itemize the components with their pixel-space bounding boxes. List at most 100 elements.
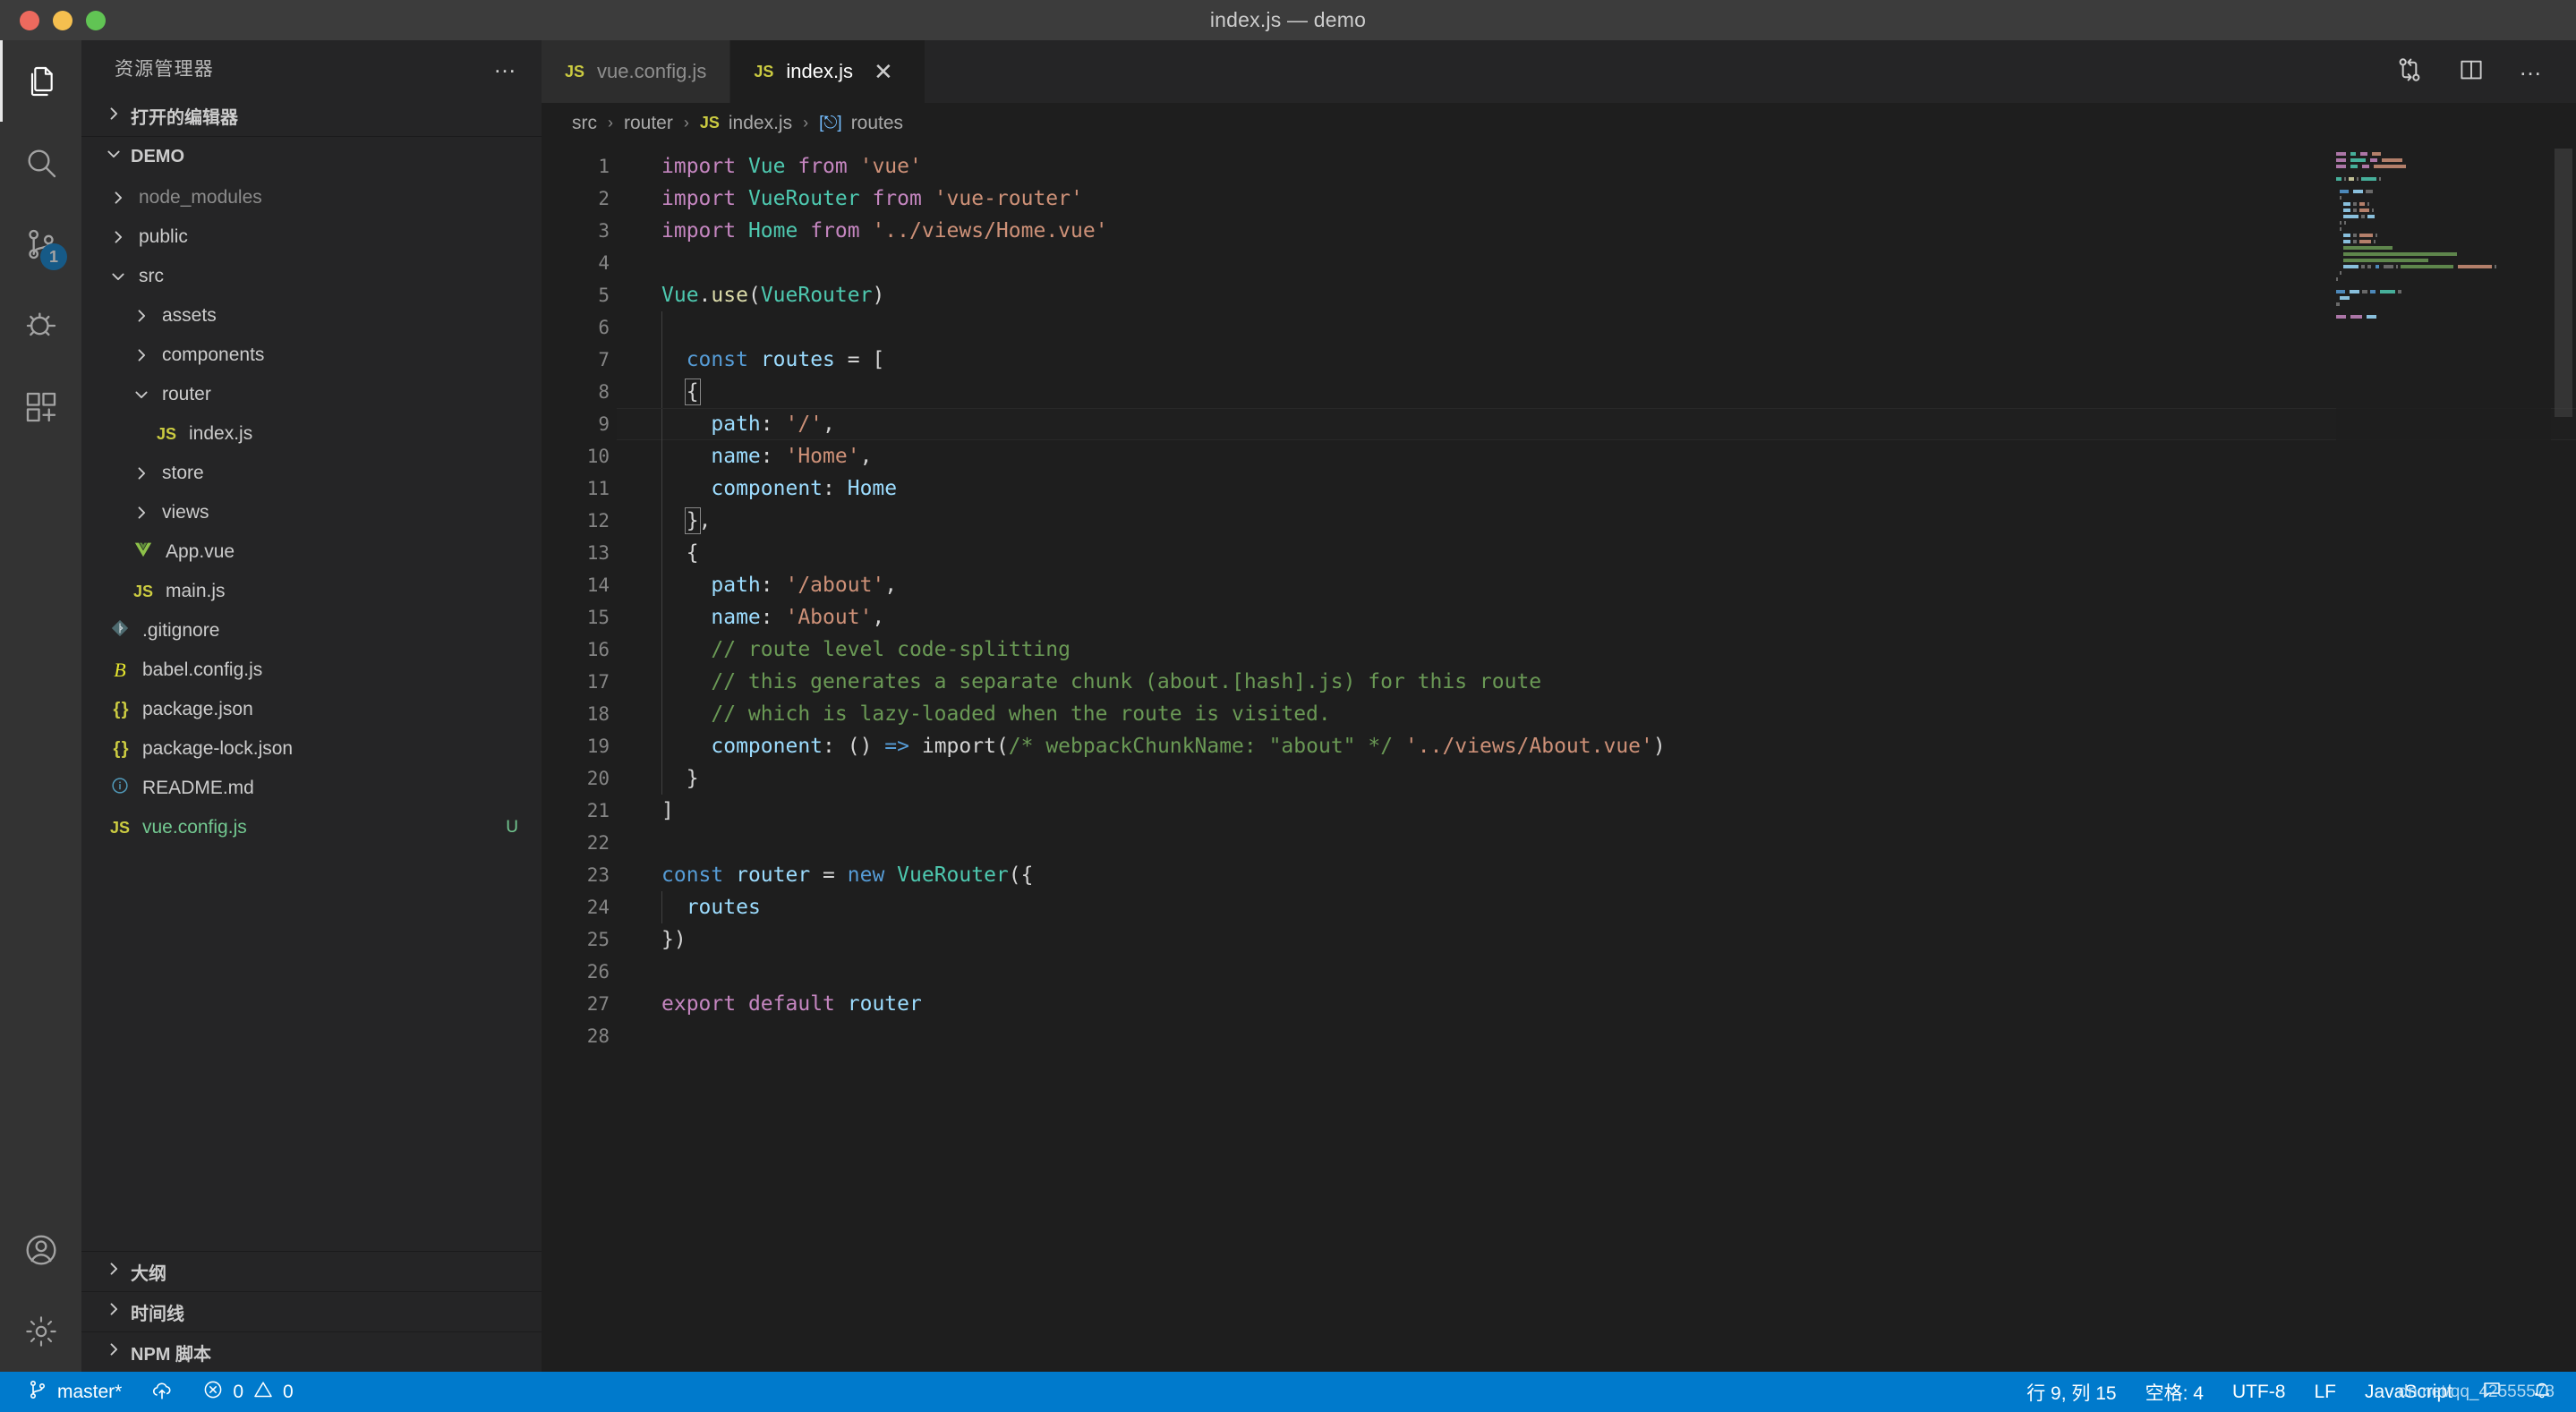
status-branch-label: master* <box>57 1381 123 1402</box>
code-token: from <box>872 187 922 210</box>
code-line[interactable]: // which is lazy-loaded when the route i… <box>617 698 2576 730</box>
activity-item-manage-settings[interactable] <box>0 1290 81 1372</box>
code-line[interactable]: import VueRouter from 'vue-router' <box>617 183 2576 215</box>
code-line[interactable]: // route level code-splitting <box>617 634 2576 666</box>
activity-item-extensions[interactable] <box>0 366 81 447</box>
code-line[interactable]: { <box>617 537 2576 569</box>
code-line[interactable]: const router = new VueRouter({ <box>617 859 2576 891</box>
code-line[interactable] <box>617 247 2576 279</box>
js-file-icon: JS <box>699 114 720 132</box>
minimap[interactable] <box>2336 143 2551 1372</box>
tree-folder-components[interactable]: components <box>81 336 542 375</box>
activity-item-search[interactable] <box>0 122 81 203</box>
tree-folder-router[interactable]: router <box>81 375 542 414</box>
minimap-line <box>2336 240 2551 244</box>
tree-file-main.js[interactable]: JS main.js <box>81 572 542 611</box>
tree-folder-node_modules[interactable]: node_modules <box>81 178 542 217</box>
code-token: // route level code-splitting <box>711 638 1070 661</box>
activity-item-explorer[interactable] <box>0 40 81 122</box>
status-cursor-position[interactable]: 行 9, 列 15 <box>2012 1372 2130 1412</box>
section-timeline[interactable]: 时间线 <box>81 1291 542 1331</box>
tree-file-package.json[interactable]: { } package.json <box>81 690 542 729</box>
status-notifications[interactable] <box>2517 1372 2567 1412</box>
tree-folder-assets[interactable]: assets <box>81 296 542 336</box>
tree-file-README.md[interactable]: README.md <box>81 769 542 808</box>
code-line[interactable]: Vue.use(VueRouter) <box>617 279 2576 311</box>
code-line[interactable]: path: '/', <box>617 408 2576 440</box>
status-feedback[interactable] <box>2467 1372 2517 1412</box>
tree-file-.gitignore[interactable]: .gitignore <box>81 611 542 651</box>
tree-file-App.vue[interactable]: App.vue <box>81 532 542 572</box>
code-line[interactable] <box>617 956 2576 988</box>
indent-guide <box>661 376 662 408</box>
code-token: ({ <box>1008 863 1034 887</box>
code-line[interactable] <box>617 827 2576 859</box>
status-sync[interactable] <box>136 1372 188 1412</box>
section-outline[interactable]: 大纲 <box>81 1251 542 1291</box>
code-line[interactable]: import Home from '../views/Home.vue' <box>617 215 2576 247</box>
code-line[interactable]: name: 'Home', <box>617 440 2576 472</box>
code-line[interactable]: component: Home <box>617 472 2576 505</box>
code-line[interactable]: }) <box>617 923 2576 956</box>
vertical-scrollbar[interactable] <box>2551 143 2576 1372</box>
tree-file-vue.config.js[interactable]: JS vue.config.js U <box>81 808 542 847</box>
code-token: ( <box>747 284 761 307</box>
code-token: , <box>698 509 712 532</box>
activity-item-source-control[interactable]: 1 <box>0 203 81 285</box>
breadcrumb-item-routes[interactable]: routes <box>851 113 903 134</box>
status-language-mode[interactable]: JavaScript <box>2350 1372 2467 1412</box>
code-token: import <box>661 219 737 242</box>
tree-item-label: src <box>139 266 164 286</box>
breadcrumb-item-router[interactable]: router <box>624 113 673 134</box>
more-actions-icon[interactable]: … <box>2519 55 2544 88</box>
section-open-editors[interactable]: 打开的编辑器 <box>81 96 542 136</box>
code-line[interactable] <box>617 1020 2576 1052</box>
activity-item-run-and-debug[interactable] <box>0 285 81 366</box>
tree-file-index.js[interactable]: JS index.js <box>81 414 542 454</box>
minimap-line <box>2336 234 2551 238</box>
code-line[interactable]: ] <box>617 795 2576 827</box>
code-line[interactable]: path: '/about', <box>617 569 2576 601</box>
breadcrumb-item-index-js[interactable]: index.js <box>729 113 792 134</box>
status-eol[interactable]: LF <box>2299 1372 2350 1412</box>
status-problems[interactable]: 0 0 <box>188 1372 307 1412</box>
split-diff-icon[interactable] <box>2395 55 2424 89</box>
tree-file-babel.config.js[interactable]: Bbabel.config.js <box>81 651 542 690</box>
editor-tab-index-js[interactable]: JS index.js ✕ <box>730 40 925 103</box>
code-token: // this generates a separate chunk (abou… <box>711 670 1542 693</box>
code-line[interactable]: export default router <box>617 988 2576 1020</box>
section-npm-scripts[interactable]: NPM 脚本 <box>81 1331 542 1372</box>
code-line[interactable]: }, <box>617 505 2576 537</box>
scrollbar-thumb[interactable] <box>2555 149 2572 417</box>
code-editor[interactable]: 1 2 3 4 5 6 7 8 9 10 11 12 13 14 15 16 17 18 19 20 21 22 23 24 2… <box>542 143 2576 1372</box>
code-line[interactable]: } <box>617 762 2576 795</box>
code-line[interactable]: name: 'About', <box>617 601 2576 634</box>
tree-folder-public[interactable]: public <box>81 217 542 257</box>
code-line[interactable] <box>617 311 2576 344</box>
tree-item-label: vue.config.js <box>142 817 247 838</box>
code-content[interactable]: import Vue from 'vue' import VueRouter fr… <box>617 143 2576 1372</box>
activity-item-accounts[interactable] <box>0 1209 81 1290</box>
status-encoding[interactable]: UTF-8 <box>2218 1372 2300 1412</box>
split-editor-icon[interactable] <box>2458 56 2485 88</box>
section-project-demo[interactable]: DEMO <box>81 136 542 176</box>
code-line[interactable]: const routes = [ <box>617 344 2576 376</box>
status-indentation[interactable]: 空格: 4 <box>2131 1372 2218 1412</box>
tree-folder-src[interactable]: src <box>81 257 542 296</box>
editor-tab-vue-config[interactable]: JS vue.config.js <box>542 40 731 103</box>
tree-folder-store[interactable]: store <box>81 454 542 493</box>
breadcrumb-item-src[interactable]: src <box>572 113 597 134</box>
sidebar-more-actions-icon[interactable]: … <box>493 53 518 83</box>
status-branch[interactable]: master* <box>13 1372 136 1412</box>
tree-folder-views[interactable]: views <box>81 493 542 532</box>
code-token: router <box>847 992 922 1016</box>
code-line[interactable]: // this generates a separate chunk (abou… <box>617 666 2576 698</box>
code-line[interactable]: component: () => import(/* webpackChunkN… <box>617 730 2576 762</box>
tree-file-package-lock.json[interactable]: { } package-lock.json <box>81 729 542 769</box>
close-icon[interactable]: ✕ <box>866 58 901 86</box>
code-line[interactable]: import Vue from 'vue' <box>617 150 2576 183</box>
code-line[interactable]: routes <box>617 891 2576 923</box>
code-line[interactable]: { <box>617 376 2576 408</box>
